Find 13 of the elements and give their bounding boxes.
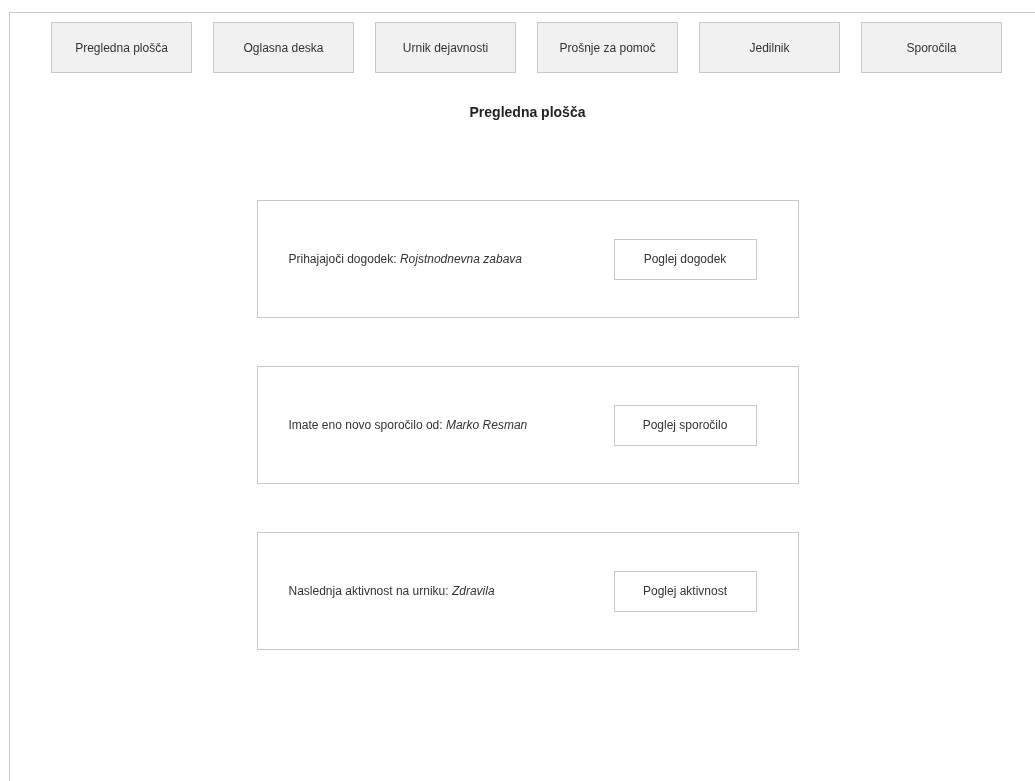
- nav-button[interactable]: Urnik dejavnosti: [375, 22, 516, 73]
- view-button[interactable]: Poglej dogodek: [613, 238, 757, 280]
- notification-text: Naslednja aktivnost na urniku: Zdravila: [288, 583, 495, 600]
- page-title: Pregledna plošča: [468, 103, 587, 122]
- nav-button[interactable]: Oglasna deska: [213, 22, 354, 73]
- view-button[interactable]: Poglej sporočilo: [613, 404, 757, 446]
- nav-button[interactable]: Jedilnik: [699, 22, 840, 73]
- view-button[interactable]: Poglej aktivnost: [613, 570, 757, 612]
- nav-button[interactable]: Prošnje za pomoč: [537, 22, 678, 73]
- nav-button[interactable]: Sporočila: [861, 22, 1002, 73]
- nav-button[interactable]: Pregledna plošča: [51, 22, 192, 73]
- notification-text: Imate eno novo sporočilo od: Marko Resman: [288, 417, 528, 434]
- notification-text: Prihajajoči dogodek: Rojstnodnevna zabava: [288, 251, 522, 268]
